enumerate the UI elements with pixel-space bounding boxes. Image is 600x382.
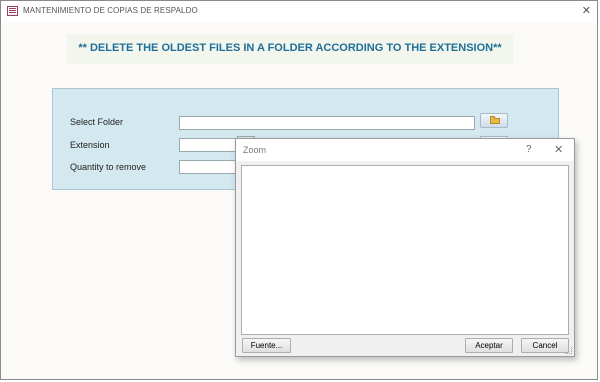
zoom-title-bar: Zoom ? ✕ — [236, 139, 574, 161]
banner-title: ** DELETE THE OLDEST FILES IN A FOLDER A… — [78, 42, 502, 54]
extension-input[interactable] — [179, 138, 237, 152]
select-folder-label: Select Folder — [70, 117, 124, 127]
resize-grip[interactable] — [565, 347, 572, 354]
accept-button[interactable]: Aceptar — [465, 338, 513, 353]
quantity-input[interactable] — [179, 160, 237, 174]
extension-label: Extension — [70, 140, 110, 150]
close-icon[interactable]: ✕ — [582, 4, 591, 17]
cancel-button[interactable]: Cancel — [521, 338, 569, 353]
zoom-title: Zoom — [243, 145, 267, 155]
header-banner: ** DELETE THE OLDEST FILES IN A FOLDER A… — [67, 34, 513, 64]
font-button[interactable]: Fuente... — [242, 338, 291, 353]
main-window: MANTENIMIENTO DE COPIAS DE RESPALDO ✕ **… — [0, 0, 598, 380]
zoom-close-icon[interactable]: ✕ — [554, 143, 563, 156]
zoom-dialog: Zoom ? ✕ Fuente... Aceptar Cancel — [235, 138, 575, 357]
zoom-text-area[interactable] — [241, 165, 569, 335]
browse-folder-button[interactable] — [480, 113, 508, 128]
title-bar: MANTENIMIENTO DE COPIAS DE RESPALDO ✕ — [1, 1, 597, 23]
window-title: MANTENIMIENTO DE COPIAS DE RESPALDO — [23, 6, 198, 15]
app-form-icon — [7, 6, 18, 16]
folder-icon — [490, 116, 500, 124]
help-icon[interactable]: ? — [526, 144, 532, 155]
select-folder-input[interactable] — [179, 116, 475, 130]
quantity-label: Quantity to remove — [70, 162, 147, 172]
